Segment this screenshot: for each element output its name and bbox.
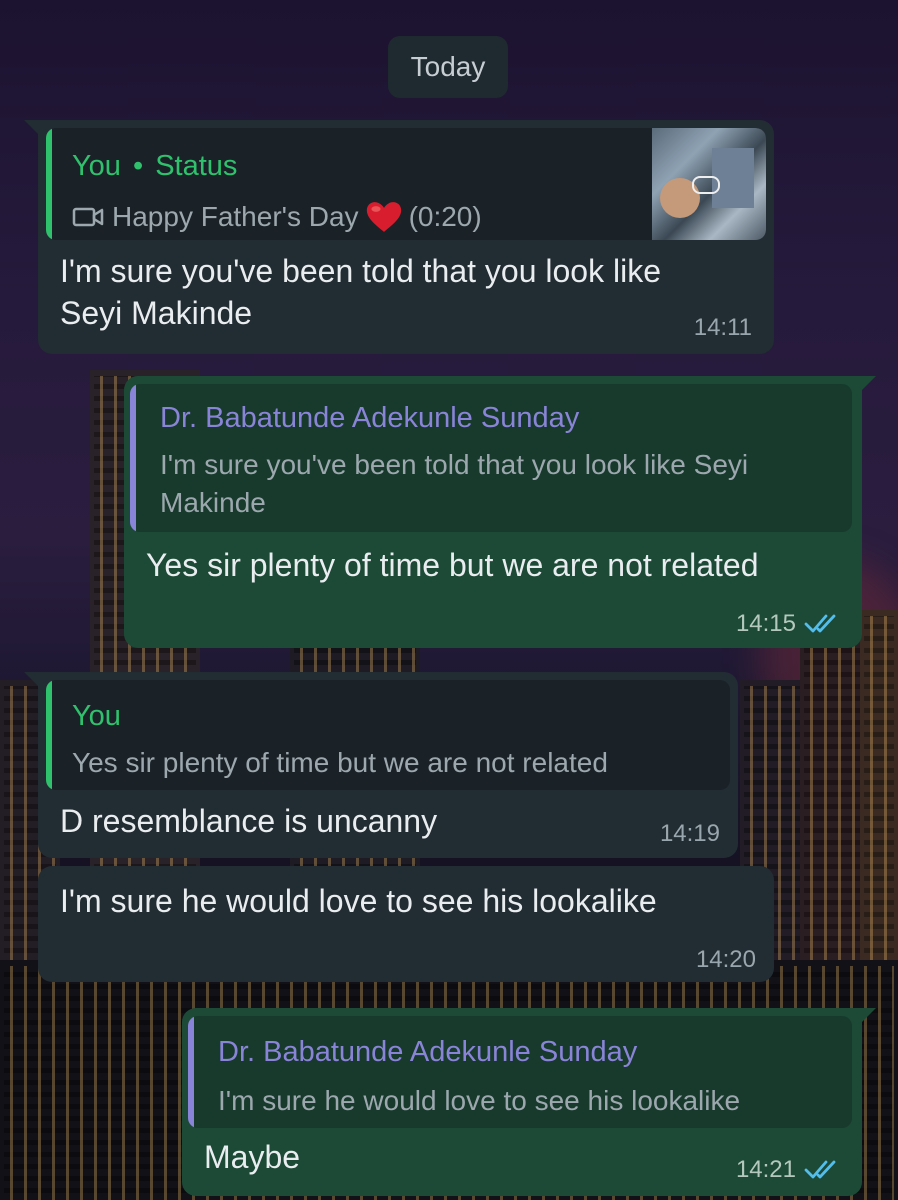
reply-quote[interactable]: Dr. Babatunde Adekunle Sunday I'm sure y… <box>130 384 852 532</box>
quote-author: You • Status <box>72 150 237 183</box>
bubble-tail <box>24 672 42 690</box>
status-reply-quote[interactable]: You • Status Happy Father's Day (0:20) <box>46 128 766 240</box>
message-time: 14:20 <box>695 946 756 973</box>
message-text: I'm sure you've been told that you look … <box>60 253 661 331</box>
message-time: 14:21 <box>735 1156 796 1183</box>
double-check-read-icon <box>804 1160 836 1179</box>
message-time: 14:15 <box>735 610 796 637</box>
status-caption: Happy Father's Day <box>112 201 359 232</box>
quote-source: Status <box>155 150 238 182</box>
video-icon <box>72 207 104 227</box>
message-bubble-incoming[interactable]: I'm sure he would love to see his lookal… <box>38 866 774 982</box>
date-divider: Today <box>388 36 508 98</box>
message-bubble-outgoing[interactable]: Dr. Babatunde Adekunle Sunday I'm sure h… <box>182 1008 876 1196</box>
reply-quote[interactable]: Dr. Babatunde Adekunle Sunday I'm sure h… <box>188 1016 852 1128</box>
status-caption-row: Happy Father's Day (0:20) <box>72 198 482 236</box>
quote-author: Dr. Babatunde Adekunle Sunday <box>160 402 580 434</box>
quote-accent-bar <box>188 1016 194 1128</box>
bubble-tail <box>24 120 42 138</box>
status-thumbnail[interactable] <box>652 128 766 240</box>
quote-accent-bar <box>46 128 52 240</box>
quote-separator: • <box>133 150 144 182</box>
message-text: D resemblance is uncanny <box>60 803 438 839</box>
bubble-tail <box>858 376 876 394</box>
quote-author-name: You <box>72 150 121 182</box>
message-bubble-incoming[interactable]: You Yes sir plenty of time but we are no… <box>24 672 738 858</box>
message-time: 14:19 <box>659 820 720 847</box>
quote-text: I'm sure you've been told that you look … <box>160 449 749 518</box>
message-text: Yes sir plenty of time but we are not re… <box>146 547 759 583</box>
quote-accent-bar <box>46 680 52 790</box>
red-heart-icon <box>366 202 401 232</box>
message-bubble-outgoing[interactable]: Dr. Babatunde Adekunle Sunday I'm sure y… <box>124 376 876 648</box>
quote-author: Dr. Babatunde Adekunle Sunday <box>218 1036 638 1068</box>
bubble-tail <box>858 1008 876 1026</box>
reply-quote[interactable]: You Yes sir plenty of time but we are no… <box>46 680 730 790</box>
quote-author: You <box>72 700 121 732</box>
status-duration: (0:20) <box>408 201 482 232</box>
double-check-read-icon <box>804 614 836 633</box>
message-bubble-incoming[interactable]: You • Status Happy Father's Day (0:20) I… <box>24 120 774 354</box>
quote-accent-bar <box>130 384 136 532</box>
quote-text: I'm sure he would love to see his lookal… <box>218 1085 741 1116</box>
quote-text: Yes sir plenty of time but we are not re… <box>72 747 608 778</box>
message-text: I'm sure he would love to see his lookal… <box>60 883 657 919</box>
message-text: Maybe <box>204 1139 301 1175</box>
message-time: 14:11 <box>693 314 752 341</box>
